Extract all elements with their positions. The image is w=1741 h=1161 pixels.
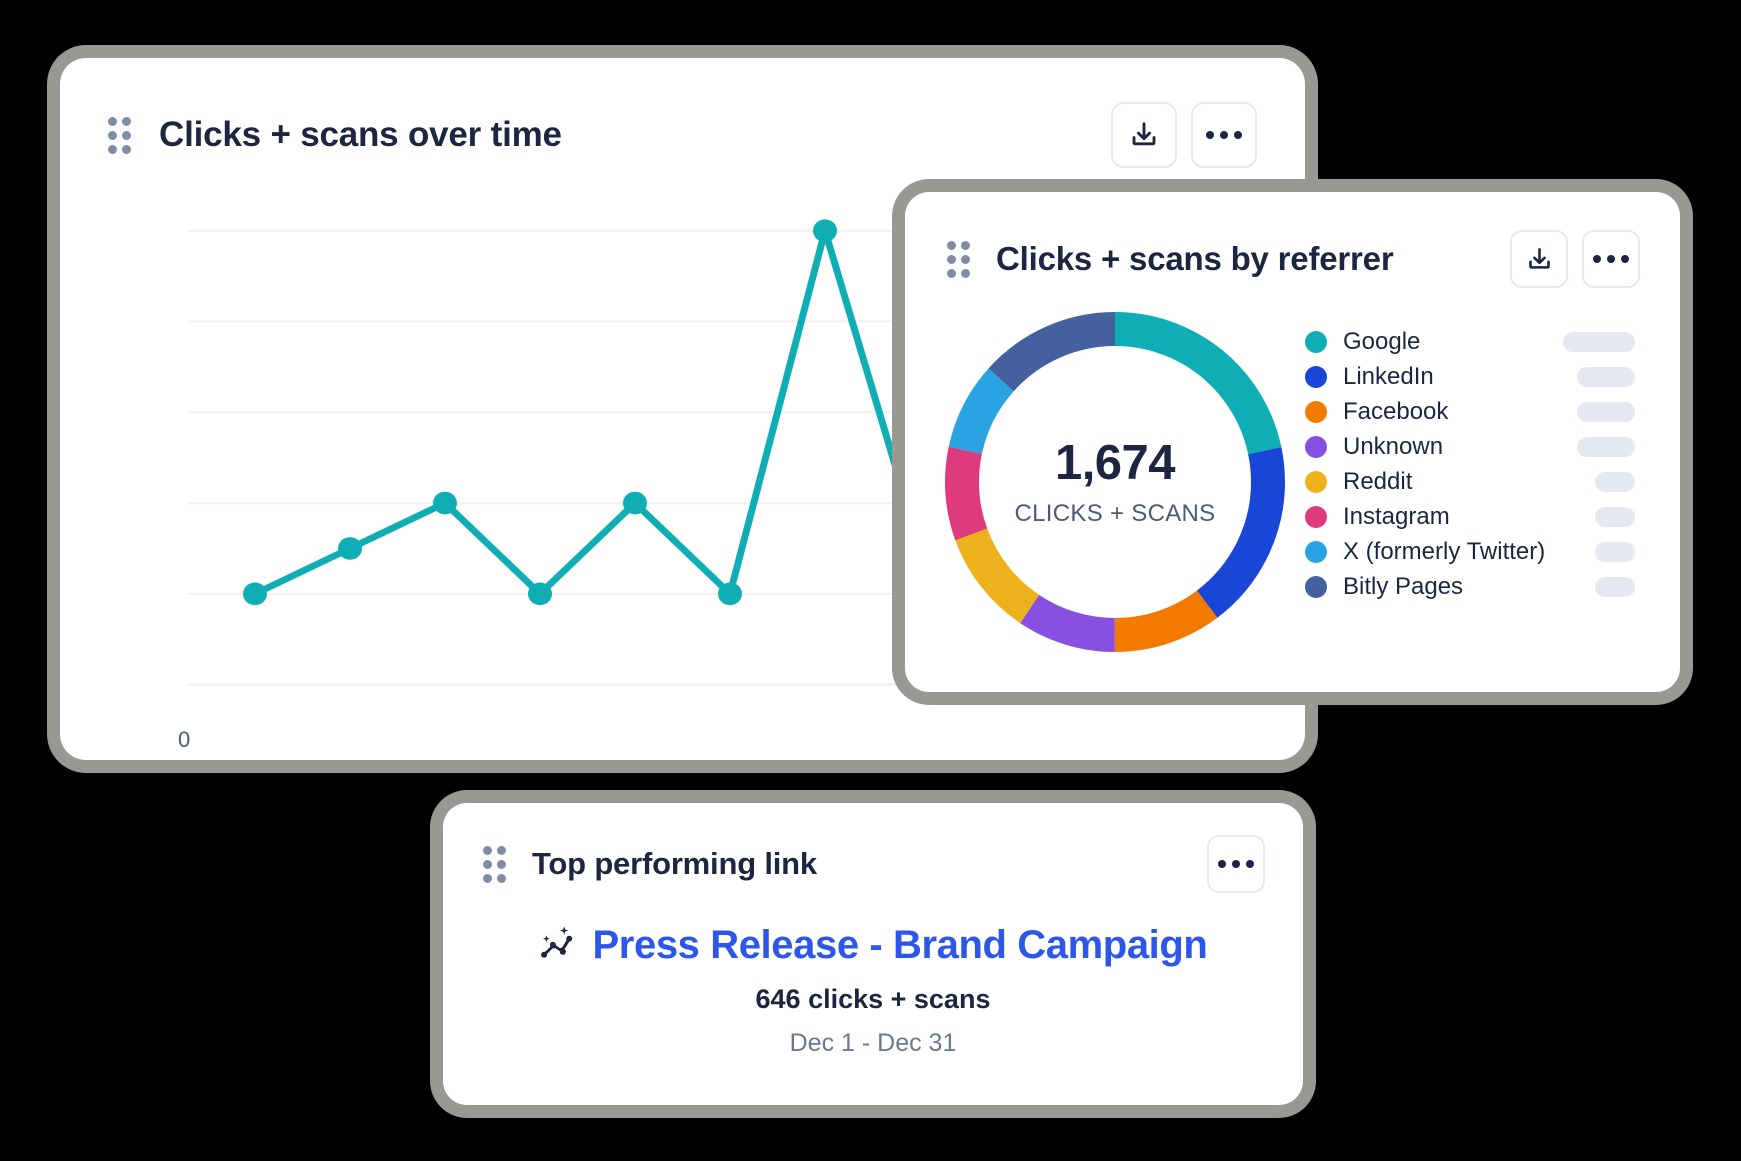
donut-total-caption: CLICKS + SCANS xyxy=(1014,499,1216,527)
donut-center-summary: 1,674 CLICKS + SCANS xyxy=(1014,435,1216,527)
top-link-date-range: Dec 1 - Dec 31 xyxy=(789,1029,957,1057)
legend-value-skeleton xyxy=(1595,541,1635,562)
top-link-title: Press Release - Brand Campaign xyxy=(592,923,1208,967)
legend-color-swatch xyxy=(1305,330,1327,353)
legend-row[interactable]: Unknown xyxy=(1305,429,1635,464)
page-title: Clicks + scans by referrer xyxy=(996,240,1394,277)
legend-row[interactable]: LinkedIn xyxy=(1305,359,1635,394)
legend-label: Google xyxy=(1343,327,1421,355)
legend-label: Instagram xyxy=(1343,502,1450,530)
legend-label: LinkedIn xyxy=(1343,362,1434,390)
page-title: Top performing link xyxy=(532,846,817,881)
donut-total-value: 1,674 xyxy=(1054,435,1176,490)
drag-handle-icon[interactable] xyxy=(108,116,131,154)
legend-row[interactable]: Facebook xyxy=(1305,394,1635,429)
more-options-icon xyxy=(1218,860,1254,868)
card-header-actions xyxy=(1111,102,1257,168)
legend-color-swatch xyxy=(1305,505,1327,528)
more-options-button[interactable] xyxy=(1207,835,1265,893)
card-header: Clicks + scans over time xyxy=(108,102,1257,168)
top-performing-link-card: Top performing link Press Release - Bran… xyxy=(443,803,1303,1105)
legend-color-swatch xyxy=(1305,540,1327,563)
more-options-button[interactable] xyxy=(1191,102,1257,168)
card-header-actions xyxy=(1510,230,1640,288)
referrer-donut-chart[interactable]: 1,674 CLICKS + SCANS xyxy=(945,312,1285,652)
card-header-actions xyxy=(1207,835,1265,893)
drag-handle-icon[interactable] xyxy=(947,240,970,278)
legend-value-skeleton xyxy=(1563,331,1635,352)
legend-row[interactable]: X (formerly Twitter) xyxy=(1305,534,1635,569)
legend-color-swatch xyxy=(1305,400,1327,423)
card-header: Clicks + scans by referrer xyxy=(947,228,1640,290)
page-title: Clicks + scans over time xyxy=(159,115,562,154)
top-link-body: Press Release - Brand Campaign 646 click… xyxy=(443,923,1303,1058)
download-button[interactable] xyxy=(1111,102,1177,168)
legend-label: X (formerly Twitter) xyxy=(1343,537,1546,565)
legend-value-skeleton xyxy=(1595,471,1635,492)
legend-label: Facebook xyxy=(1343,397,1449,425)
download-button[interactable] xyxy=(1510,230,1568,288)
legend-color-swatch xyxy=(1305,365,1327,388)
drag-handle-icon[interactable] xyxy=(483,845,506,883)
more-options-icon xyxy=(1206,131,1242,139)
legend-value-skeleton xyxy=(1577,366,1635,387)
legend-value-skeleton xyxy=(1595,576,1635,597)
legend-row[interactable]: Bitly Pages xyxy=(1305,569,1635,604)
legend-label: Unknown xyxy=(1343,432,1444,460)
legend-label: Reddit xyxy=(1343,467,1413,495)
legend-color-swatch xyxy=(1305,575,1327,598)
download-icon xyxy=(1129,120,1159,150)
trend-sparkle-icon xyxy=(539,923,579,968)
legend-row[interactable]: Google xyxy=(1305,324,1635,359)
top-link-clicks-stat: 646 clicks + scans xyxy=(755,984,991,1014)
y-axis-zero-label: 0 xyxy=(178,727,191,752)
legend-label: Bitly Pages xyxy=(1343,572,1464,600)
top-link-anchor[interactable]: Press Release - Brand Campaign xyxy=(539,923,1208,968)
more-options-icon xyxy=(1593,255,1629,263)
more-options-button[interactable] xyxy=(1582,230,1640,288)
legend-value-skeleton xyxy=(1577,401,1635,422)
dashboard-canvas: Clicks + scans over time 0 Clicks + scan… xyxy=(0,0,1741,1161)
legend-color-swatch xyxy=(1305,470,1327,493)
legend-color-swatch xyxy=(1305,435,1327,458)
clicks-scans-by-referrer-card: Clicks + scans by referrer 1,674 CLICKS … xyxy=(905,192,1680,692)
legend-row[interactable]: Reddit xyxy=(1305,464,1635,499)
card-header: Top performing link xyxy=(483,835,1265,893)
referrer-legend: Google LinkedIn Facebook Unknown Reddit Insta… xyxy=(1305,324,1635,604)
legend-value-skeleton xyxy=(1595,506,1635,527)
legend-row[interactable]: Instagram xyxy=(1305,499,1635,534)
download-icon xyxy=(1526,246,1553,273)
legend-value-skeleton xyxy=(1577,436,1635,457)
